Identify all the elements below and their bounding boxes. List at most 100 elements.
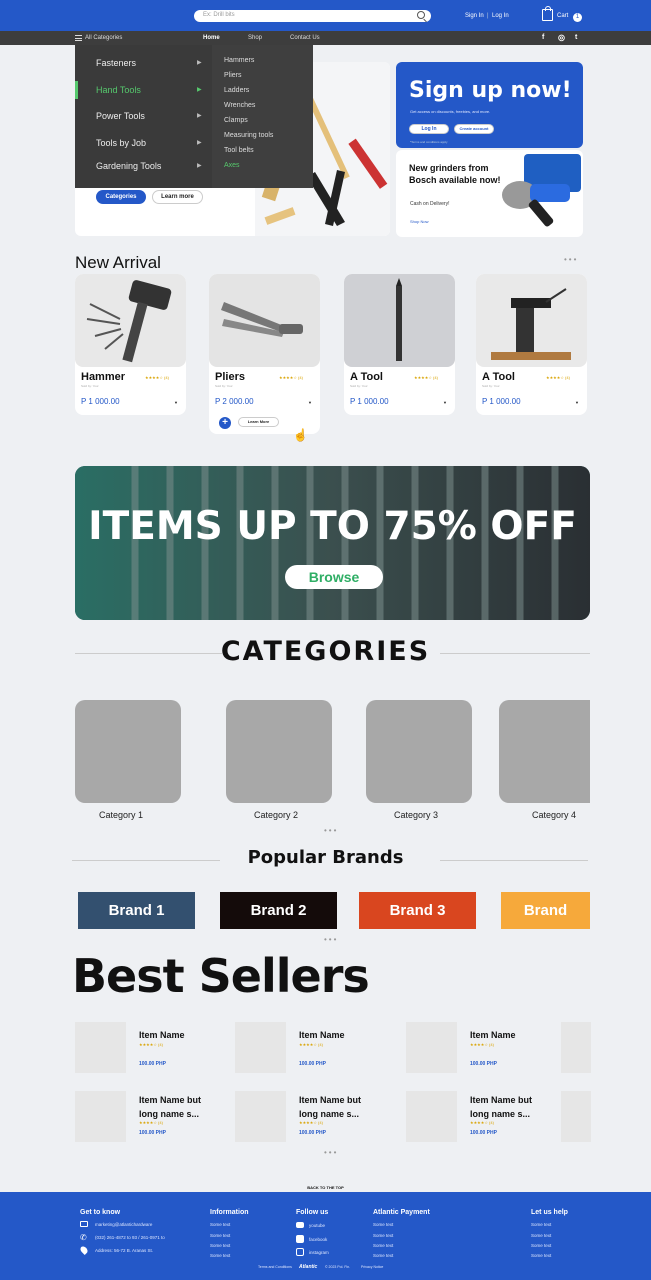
submenu-clamps[interactable]: Clamps — [224, 117, 248, 124]
back-to-top-link[interactable]: BACK TO THE TOP — [0, 1185, 651, 1190]
product-seller: Sold by: Your — [482, 384, 500, 388]
sign-in-link[interactable]: Sign In — [465, 13, 484, 19]
item-image[interactable] — [235, 1091, 286, 1142]
cart-label[interactable]: Cart — [557, 13, 568, 19]
item-price: 100.00 PHP — [139, 1061, 166, 1067]
submenu-measuring-tools[interactable]: Measuring tools — [224, 132, 273, 139]
footer-link[interactable]: Some text — [373, 1233, 393, 1238]
footer-get-to-know-heading: Get to know — [80, 1209, 121, 1216]
instagram-icon[interactable]: ◎ — [558, 33, 565, 42]
footer-link[interactable]: Some text — [210, 1253, 230, 1258]
footer-link[interactable]: Some text — [210, 1222, 230, 1227]
chevron-down-icon[interactable]: ▼ — [575, 400, 579, 405]
item-name[interactable]: Item Name but long name s... — [299, 1093, 379, 1121]
menu-category-gardening-tools[interactable]: Gardening Tools ▶ — [96, 161, 202, 171]
brand-tile-1[interactable]: Brand 1 — [78, 892, 195, 929]
item-name[interactable]: Item Name — [139, 1028, 185, 1042]
menu-category-fasteners[interactable]: Fasteners ▶ — [96, 58, 202, 68]
brand-tile-4[interactable]: Brand — [501, 892, 590, 929]
category-tile-4[interactable] — [499, 700, 590, 803]
item-image[interactable] — [406, 1022, 457, 1073]
item-name[interactable]: Item Name but long name s... — [139, 1093, 219, 1121]
footer-youtube-link[interactable]: youtube — [309, 1223, 325, 1228]
submenu-wrenches[interactable]: Wrenches — [224, 102, 255, 109]
category-tile-3[interactable] — [366, 700, 472, 803]
item-name[interactable]: Item Name but long name s... — [470, 1093, 550, 1121]
footer-terms-link[interactable]: Terms and Conditions — [258, 1265, 292, 1269]
search-icon[interactable] — [417, 11, 425, 19]
nav-contact[interactable]: Contact Us — [290, 35, 320, 41]
product-card-tool-2[interactable]: A Tool Sold by: Your ★★★★☆ (4) P 1 000.0… — [476, 274, 587, 415]
category-tile-2[interactable] — [226, 700, 332, 803]
carousel-dots[interactable]: ••• — [564, 255, 578, 264]
instagram-icon[interactable] — [296, 1248, 304, 1256]
footer-address: Address: 56-72 B. Aranas St. — [95, 1248, 154, 1253]
footer-link[interactable]: Some text — [373, 1243, 393, 1248]
submenu-tool-belts[interactable]: Tool belts — [224, 147, 254, 154]
footer-link[interactable]: Some text — [531, 1222, 551, 1227]
category-tile-1[interactable] — [75, 700, 181, 803]
submenu-axes[interactable]: Axes — [224, 162, 240, 169]
item-name[interactable]: Item Name — [299, 1028, 345, 1042]
nav-home[interactable]: Home — [203, 35, 220, 41]
submenu-hammers[interactable]: Hammers — [224, 57, 254, 64]
footer-link[interactable]: Some text — [531, 1253, 551, 1258]
chevron-down-icon[interactable]: ▼ — [174, 400, 178, 405]
menu-category-hand-tools[interactable]: Hand Tools ▶ — [96, 85, 202, 95]
carousel-dots[interactable]: ••• — [324, 1148, 338, 1157]
twitter-icon[interactable]: t — [575, 34, 577, 41]
footer-link[interactable]: Some text — [210, 1233, 230, 1238]
product-card-pliers[interactable]: Pliers Sold by: Your ★★★★☆ (4) P 2 000.0… — [209, 274, 320, 434]
add-to-cart-button[interactable]: + — [219, 417, 231, 429]
footer-privacy-link[interactable]: Privacy Notice — [361, 1265, 383, 1269]
item-image[interactable] — [561, 1091, 591, 1142]
item-image[interactable] — [75, 1091, 126, 1142]
product-card-tool-1[interactable]: A Tool Sold by: Your ★★★★☆ (4) P 1 000.0… — [344, 274, 455, 415]
grinder-shop-link[interactable]: Shop Now — [410, 219, 428, 224]
footer-facebook-link[interactable]: facebook — [309, 1237, 327, 1242]
hero-categories-button[interactable]: Categories — [96, 190, 146, 204]
cart-icon[interactable] — [542, 6, 553, 21]
categories-dropdown-menu: Fasteners ▶ Hand Tools ▶ Power Tools ▶ Tool… — [75, 45, 313, 188]
promo-title: ITEMS UP TO 75% OFF — [88, 504, 577, 549]
product-card-hammer[interactable]: Hammer Sold by: Your ★★★★☆ (4) P 1 000.0… — [75, 274, 186, 415]
youtube-icon[interactable] — [296, 1222, 304, 1228]
product-learn-more-button[interactable]: Learn More — [238, 417, 279, 427]
item-image[interactable] — [406, 1091, 457, 1142]
carousel-dots[interactable]: ••• — [324, 826, 338, 835]
footer-link[interactable]: Some text — [373, 1253, 393, 1258]
submenu-pliers[interactable]: Pliers — [224, 72, 242, 79]
footer-copyright: © 2023 Pol. Fin. — [325, 1265, 351, 1269]
facebook-icon[interactable] — [296, 1235, 304, 1243]
facebook-icon[interactable]: f — [542, 34, 544, 41]
signup-login-button[interactable]: Log In — [409, 124, 449, 134]
footer-instagram-link[interactable]: instagram — [309, 1250, 329, 1255]
footer-link[interactable]: Some text — [531, 1243, 551, 1248]
footer-email[interactable]: marketing@atlantichardware — [95, 1222, 152, 1227]
nav-shop[interactable]: Shop — [248, 35, 262, 41]
signup-create-account-button[interactable]: Create account — [454, 124, 494, 134]
brand-tile-3[interactable]: Brand 3 — [359, 892, 476, 929]
log-in-link[interactable]: Log In — [492, 13, 509, 19]
item-image[interactable] — [561, 1022, 591, 1073]
menu-category-tools-by-job[interactable]: Tools by Job ▶ — [96, 138, 202, 148]
hero-learn-more-button[interactable]: Learn more — [152, 190, 203, 204]
hamburger-icon[interactable] — [75, 35, 82, 41]
carousel-dots[interactable]: ••• — [324, 935, 338, 944]
search-input[interactable]: Ex: Drill bits — [194, 10, 431, 22]
chevron-down-icon[interactable]: ▼ — [308, 400, 312, 405]
chevron-down-icon[interactable]: ▼ — [443, 400, 447, 405]
item-name[interactable]: Item Name — [470, 1028, 516, 1042]
footer-phone[interactable]: (032) 261-4872 to 93 / 261-0971 to — [95, 1235, 165, 1240]
item-image[interactable] — [75, 1022, 126, 1073]
menu-category-power-tools[interactable]: Power Tools ▶ — [96, 111, 202, 121]
footer-link[interactable]: Some text — [373, 1222, 393, 1227]
all-categories-link[interactable]: All Categories — [85, 35, 122, 41]
brand-tile-2[interactable]: Brand 2 — [220, 892, 337, 929]
footer-link[interactable]: Some text — [531, 1233, 551, 1238]
item-image[interactable] — [235, 1022, 286, 1073]
footer-link[interactable]: Some text — [210, 1243, 230, 1248]
phone-icon: ✆ — [80, 1233, 87, 1242]
browse-button[interactable]: Browse — [285, 565, 383, 589]
submenu-ladders[interactable]: Ladders — [224, 87, 249, 94]
